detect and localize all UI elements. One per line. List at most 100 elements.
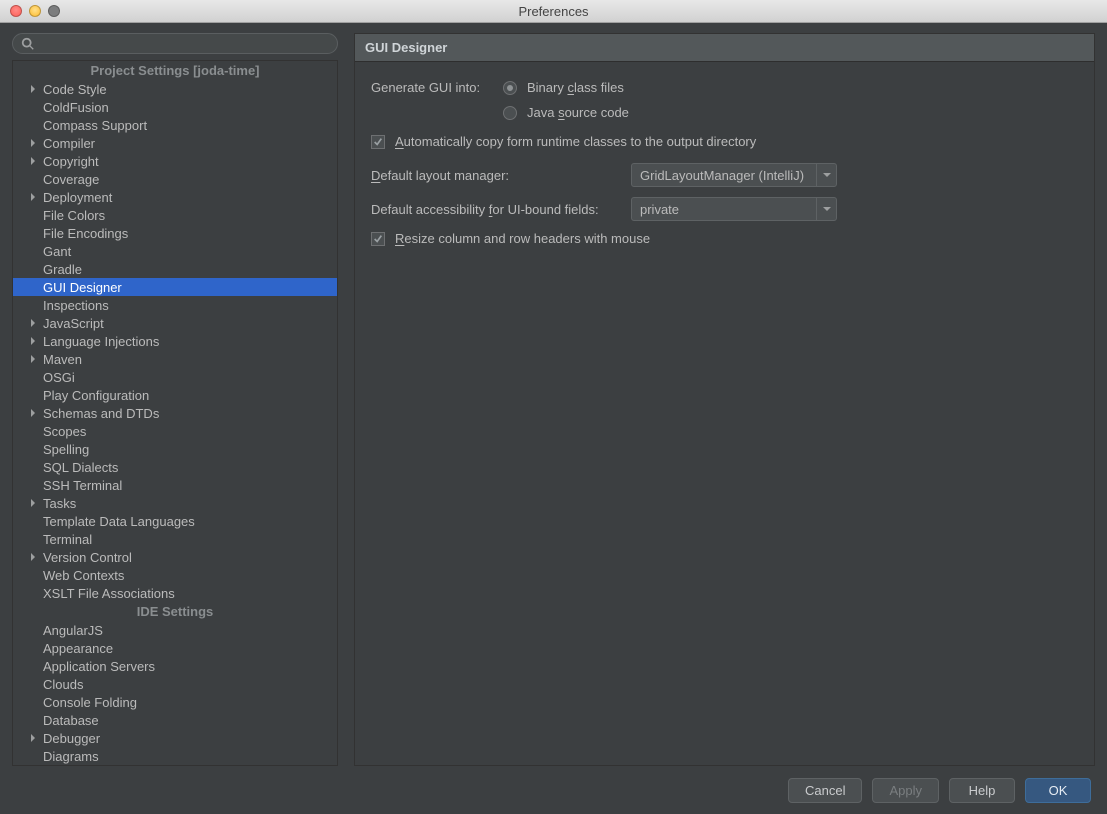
layout-manager-label: Default layout manager: (371, 168, 631, 183)
checkbox-resize-label: Resize column and row headers with mouse (395, 231, 650, 246)
tree-item-console-folding[interactable]: Console Folding (13, 693, 337, 711)
tree-item-language-injections[interactable]: Language Injections (13, 332, 337, 350)
tree-item-clouds[interactable]: Clouds (13, 675, 337, 693)
tree-item-label: Gant (39, 244, 71, 259)
search-icon (21, 37, 35, 51)
titlebar: Preferences (0, 0, 1107, 23)
tree-item-label: Template Data Languages (39, 514, 195, 529)
tree-item-label: Deployment (39, 190, 112, 205)
radio-java-label: Java source code (527, 105, 629, 120)
cancel-button[interactable]: Cancel (788, 778, 862, 803)
tree-item-ssh-terminal[interactable]: SSH Terminal (13, 476, 337, 494)
tree-item-coverage[interactable]: Coverage (13, 170, 337, 188)
tree-item-diagrams[interactable]: Diagrams (13, 747, 337, 765)
tree-item-gant[interactable]: Gant (13, 242, 337, 260)
tree-item-template-data-languages[interactable]: Template Data Languages (13, 512, 337, 530)
tree-item-label: SQL Dialects (39, 460, 118, 475)
tree-item-web-contexts[interactable]: Web Contexts (13, 566, 337, 584)
tree-item-osgi[interactable]: OSGi (13, 368, 337, 386)
accessibility-value: private (632, 198, 816, 220)
checkbox-icon (371, 232, 385, 246)
tree-item-label: Scopes (39, 424, 86, 439)
radio-binary-label: Binary class files (527, 80, 624, 95)
tree-item-debugger[interactable]: Debugger (13, 729, 337, 747)
chevron-right-icon (27, 553, 39, 561)
tree-item-deployment[interactable]: Deployment (13, 188, 337, 206)
checkbox-auto-copy[interactable]: Automatically copy form runtime classes … (371, 134, 1078, 149)
tree-item-label: Inspections (39, 298, 109, 313)
tree-item-label: Code Style (39, 82, 107, 97)
tree-item-label: SSH Terminal (39, 478, 122, 493)
tree-item-label: Appearance (39, 641, 113, 656)
checkbox-resize-headers[interactable]: Resize column and row headers with mouse (371, 231, 1078, 246)
checkbox-auto-copy-label: Automatically copy form runtime classes … (395, 134, 756, 149)
tree-item-tasks[interactable]: Tasks (13, 494, 337, 512)
tree-item-code-style[interactable]: Code Style (13, 80, 337, 98)
tree-item-label: Copyright (39, 154, 99, 169)
tree-item-file-colors[interactable]: File Colors (13, 206, 337, 224)
tree-item-gui-designer[interactable]: GUI Designer (13, 278, 337, 296)
tree-item-xslt-file-associations[interactable]: XSLT File Associations (13, 584, 337, 602)
tree-item-scopes[interactable]: Scopes (13, 422, 337, 440)
tree-item-appearance[interactable]: Appearance (13, 639, 337, 657)
tree-item-gradle[interactable]: Gradle (13, 260, 337, 278)
tree-item-schemas-and-dtds[interactable]: Schemas and DTDs (13, 404, 337, 422)
tree-item-spelling[interactable]: Spelling (13, 440, 337, 458)
tree-item-play-configuration[interactable]: Play Configuration (13, 386, 337, 404)
tree-item-javascript[interactable]: JavaScript (13, 314, 337, 332)
tree-item-copyright[interactable]: Copyright (13, 152, 337, 170)
tree-item-label: Database (39, 713, 99, 728)
tree-item-coldfusion[interactable]: ColdFusion (13, 98, 337, 116)
tree-item-label: OSGi (39, 370, 75, 385)
tree-item-angularjs[interactable]: AngularJS (13, 621, 337, 639)
tree-item-application-servers[interactable]: Application Servers (13, 657, 337, 675)
tree-item-label: Version Control (39, 550, 132, 565)
tree-item-label: Coverage (39, 172, 99, 187)
tree-item-version-control[interactable]: Version Control (13, 548, 337, 566)
radio-binary-class-files[interactable]: Binary class files (503, 80, 629, 95)
search-field[interactable] (41, 37, 337, 51)
chevron-right-icon (27, 139, 39, 147)
tree-item-label: Clouds (39, 677, 83, 692)
tree-item-label: Tasks (39, 496, 76, 511)
tree-item-label: JavaScript (39, 316, 104, 331)
footer: Cancel Apply Help OK (0, 766, 1107, 814)
tree-item-inspections[interactable]: Inspections (13, 296, 337, 314)
chevron-right-icon (27, 734, 39, 742)
sidebar: Project Settings [joda-time]Code StyleCo… (12, 33, 338, 766)
tree-item-compiler[interactable]: Compiler (13, 134, 337, 152)
accessibility-dropdown[interactable]: private (631, 197, 837, 221)
chevron-down-icon (816, 198, 836, 220)
tree-item-label: Debugger (39, 731, 100, 746)
ok-button[interactable]: OK (1025, 778, 1091, 803)
tree-item-terminal[interactable]: Terminal (13, 530, 337, 548)
tree-item-sql-dialects[interactable]: SQL Dialects (13, 458, 337, 476)
tree-item-database[interactable]: Database (13, 711, 337, 729)
chevron-right-icon (27, 157, 39, 165)
panel-title: GUI Designer (355, 34, 1094, 62)
tree-item-compass-support[interactable]: Compass Support (13, 116, 337, 134)
chevron-right-icon (27, 355, 39, 363)
tree-item-file-encodings[interactable]: File Encodings (13, 224, 337, 242)
layout-manager-dropdown[interactable]: GridLayoutManager (IntelliJ) (631, 163, 837, 187)
section-ide-settings: IDE Settings (13, 602, 337, 621)
chevron-right-icon (27, 337, 39, 345)
chevron-right-icon (27, 499, 39, 507)
tree-item-label: File Encodings (39, 226, 128, 241)
settings-tree[interactable]: Project Settings [joda-time]Code StyleCo… (13, 61, 337, 765)
tree-item-label: Maven (39, 352, 82, 367)
generate-label: Generate GUI into: (371, 80, 503, 95)
tree-item-label: Compiler (39, 136, 95, 151)
chevron-right-icon (27, 409, 39, 417)
radio-java-source-code[interactable]: Java source code (503, 105, 629, 120)
apply-button[interactable]: Apply (872, 778, 939, 803)
window-title: Preferences (0, 4, 1107, 19)
help-button[interactable]: Help (949, 778, 1015, 803)
accessibility-label: Default accessibility for UI-bound field… (371, 202, 631, 217)
tree-item-label: Application Servers (39, 659, 155, 674)
chevron-right-icon (27, 319, 39, 327)
tree-item-label: Play Configuration (39, 388, 149, 403)
tree-item-maven[interactable]: Maven (13, 350, 337, 368)
search-input[interactable] (12, 33, 338, 54)
splitter[interactable] (344, 33, 348, 766)
